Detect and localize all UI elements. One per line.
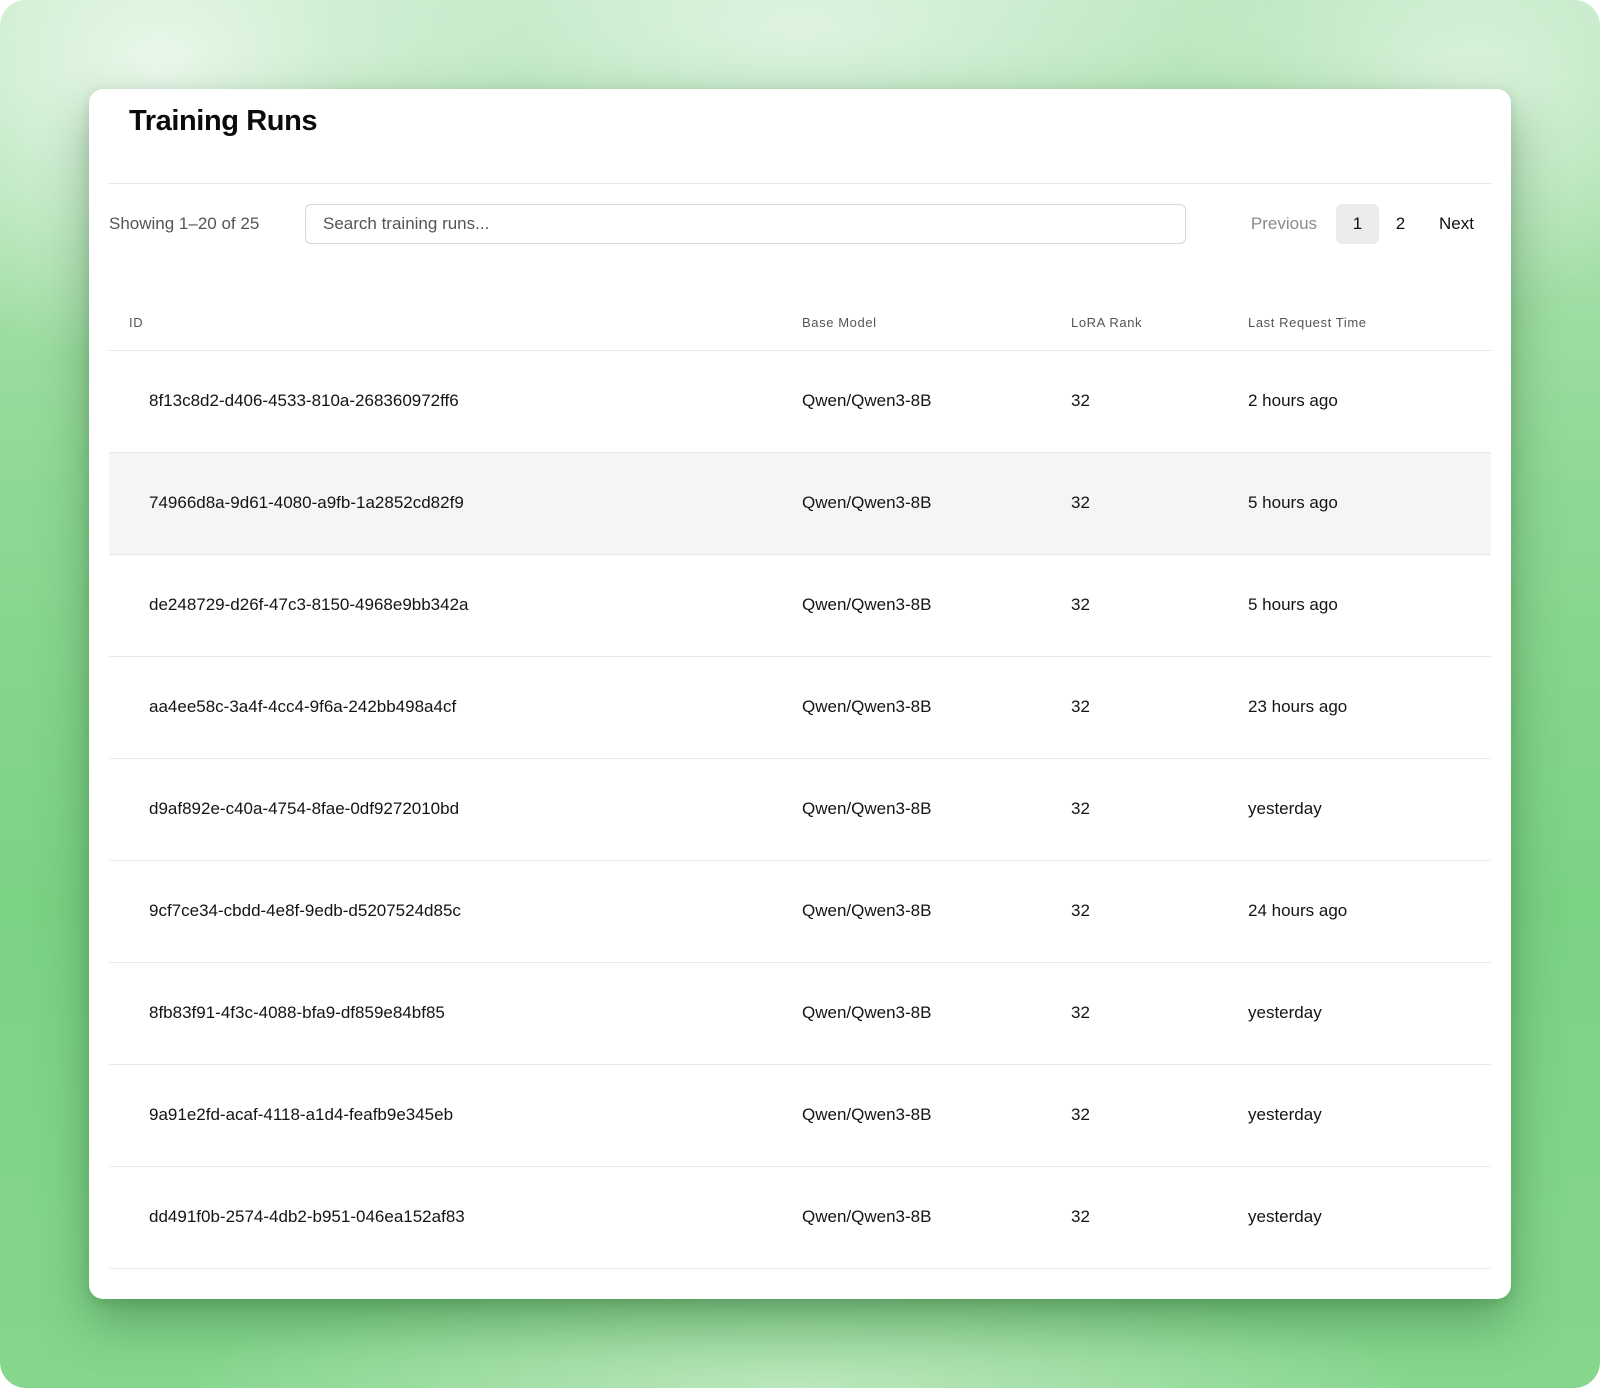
page-2-button[interactable]: 2 — [1379, 204, 1422, 244]
run-id-cell: d9af892e-c40a-4754-8fae-0df9272010bd — [149, 799, 460, 818]
lora-rank-cell: 32 — [1071, 901, 1090, 920]
table-row[interactable]: aa4ee58c-3a4f-4cc4-9f6a-242bb498a4cf Qwen… — [109, 657, 1491, 759]
last-request-time-cell: 5 hours ago — [1248, 493, 1338, 512]
lora-rank-cell: 32 — [1071, 1207, 1090, 1226]
results-count: Showing 1–20 of 25 — [109, 214, 260, 233]
page-1-button[interactable]: 1 — [1336, 204, 1380, 244]
column-header-id[interactable]: ID — [129, 315, 143, 330]
table-row[interactable]: 9cf7ce34-cbdd-4e8f-9edb-d5207524d85c Qwen… — [109, 861, 1491, 963]
table-row[interactable]: 9a91e2fd-acaf-4118-a1d4-feafb9e345eb Qwen… — [109, 1065, 1491, 1167]
lora-rank-cell: 32 — [1071, 697, 1090, 716]
previous-page-button[interactable]: Previous — [1242, 204, 1326, 244]
column-header-base-model[interactable]: Base Model — [802, 315, 877, 330]
page-title: Training Runs — [129, 105, 318, 137]
run-id-cell: aa4ee58c-3a4f-4cc4-9f6a-242bb498a4cf — [149, 697, 457, 716]
run-id-cell: dd491f0b-2574-4db2-b951-046ea152af83 — [149, 1207, 465, 1226]
base-model-cell: Qwen/Qwen3-8B — [802, 1105, 932, 1124]
table-body: 8f13c8d2-d406-4533-810a-268360972ff6 Qwen… — [109, 351, 1491, 1269]
run-id-cell: 74966d8a-9d61-4080-a9fb-1a2852cd82f9 — [149, 493, 464, 512]
last-request-time-cell: 24 hours ago — [1248, 901, 1348, 920]
base-model-cell: Qwen/Qwen3-8B — [802, 901, 932, 920]
lora-rank-cell: 32 — [1071, 799, 1090, 818]
lora-rank-cell: 32 — [1071, 1003, 1090, 1022]
training-runs-panel: Training Runs Showing 1–20 of 25 Previou… — [89, 89, 1511, 1299]
base-model-cell: Qwen/Qwen3-8B — [802, 391, 932, 410]
pagination: Previous 1 2 Next — [1242, 204, 1491, 244]
training-runs-table: ID Base Model LoRA Rank Last Request Tim… — [109, 313, 1491, 1269]
base-model-cell: Qwen/Qwen3-8B — [802, 1003, 932, 1022]
column-header-last-request-time[interactable]: Last Request Time — [1248, 315, 1367, 330]
table-row[interactable]: 8f13c8d2-d406-4533-810a-268360972ff6 Qwen… — [109, 351, 1491, 453]
last-request-time-cell: yesterday — [1248, 1105, 1322, 1124]
last-request-time-cell: yesterday — [1248, 799, 1322, 818]
table-row[interactable]: dd491f0b-2574-4db2-b951-046ea152af83 Qwen… — [109, 1167, 1491, 1269]
title-divider — [109, 183, 1491, 184]
table-row[interactable]: 8fb83f91-4f3c-4088-bfa9-df859e84bf85 Qwen… — [109, 963, 1491, 1065]
base-model-cell: Qwen/Qwen3-8B — [802, 493, 932, 512]
last-request-time-cell: 23 hours ago — [1248, 697, 1348, 716]
run-id-cell: 9cf7ce34-cbdd-4e8f-9edb-d5207524d85c — [149, 901, 461, 920]
run-id-cell: de248729-d26f-47c3-8150-4968e9bb342a — [149, 595, 469, 614]
lora-rank-cell: 32 — [1071, 595, 1090, 614]
last-request-time-cell: 2 hours ago — [1248, 391, 1338, 410]
last-request-time-cell: yesterday — [1248, 1207, 1322, 1226]
table-header: ID Base Model LoRA Rank Last Request Tim… — [109, 313, 1491, 351]
table-row[interactable]: de248729-d26f-47c3-8150-4968e9bb342a Qwen… — [109, 555, 1491, 657]
base-model-cell: Qwen/Qwen3-8B — [802, 697, 932, 716]
toolbar: Showing 1–20 of 25 Previous 1 2 Next — [109, 204, 1491, 244]
base-model-cell: Qwen/Qwen3-8B — [802, 595, 932, 614]
run-id-cell: 8fb83f91-4f3c-4088-bfa9-df859e84bf85 — [149, 1003, 445, 1022]
lora-rank-cell: 32 — [1071, 391, 1090, 410]
last-request-time-cell: 5 hours ago — [1248, 595, 1338, 614]
next-page-button[interactable]: Next — [1422, 204, 1491, 244]
lora-rank-cell: 32 — [1071, 1105, 1090, 1124]
last-request-time-cell: yesterday — [1248, 1003, 1322, 1022]
table-row[interactable]: d9af892e-c40a-4754-8fae-0df9272010bd Qwen… — [109, 759, 1491, 861]
lora-rank-cell: 32 — [1071, 493, 1090, 512]
table-row[interactable]: 74966d8a-9d61-4080-a9fb-1a2852cd82f9 Qwen… — [109, 453, 1491, 555]
run-id-cell: 9a91e2fd-acaf-4118-a1d4-feafb9e345eb — [149, 1105, 454, 1124]
search-input[interactable] — [305, 204, 1186, 244]
base-model-cell: Qwen/Qwen3-8B — [802, 1207, 932, 1226]
base-model-cell: Qwen/Qwen3-8B — [802, 799, 932, 818]
column-header-lora-rank[interactable]: LoRA Rank — [1071, 315, 1142, 330]
run-id-cell: 8f13c8d2-d406-4533-810a-268360972ff6 — [149, 391, 459, 410]
